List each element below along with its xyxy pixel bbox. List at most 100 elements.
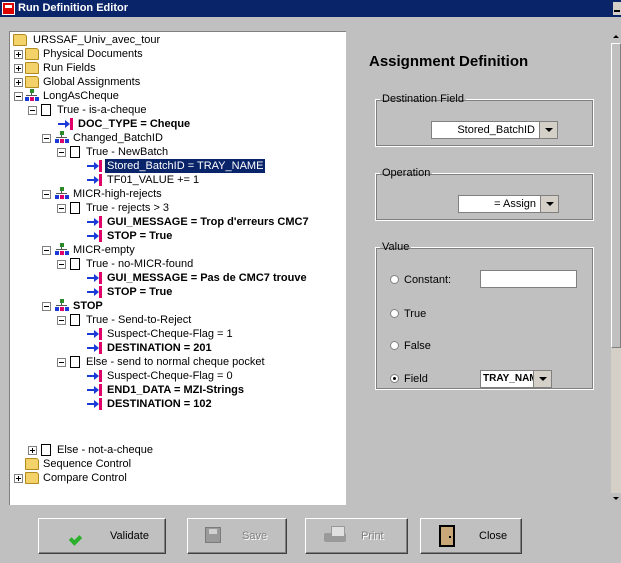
print-button[interactable]: Print: [305, 518, 408, 554]
tree-node-label: Else - not-a-cheque: [57, 444, 153, 456]
floppy-disk-icon: [205, 527, 221, 543]
tree-node-label: Sequence Control: [43, 458, 132, 470]
operation-select[interactable]: = Assign: [458, 195, 559, 213]
tree-node-destination-201[interactable]: DESTINATION = 201: [10, 341, 340, 355]
expand-toggle[interactable]: [14, 50, 23, 59]
open-folder-icon: [13, 34, 27, 46]
tree-node-doc-type[interactable]: DOC_TYPE = Cheque: [10, 117, 340, 131]
tree-node-micr-high-rejects[interactable]: MICR-high-rejects: [10, 187, 340, 201]
tree-node-physical-documents[interactable]: Physical Documents: [10, 47, 340, 61]
app-icon: [2, 2, 15, 15]
tree-node-label: GUI_MESSAGE = Pas de CMC7 trouve: [107, 272, 307, 284]
document-icon: [70, 146, 80, 158]
radio-button[interactable]: [390, 275, 399, 284]
destination-field-legend: Destination Field: [382, 93, 464, 105]
chevron-down-icon[interactable]: [533, 371, 551, 387]
false-radio[interactable]: False: [390, 339, 450, 353]
save-label: Save: [242, 530, 268, 542]
tree-node-label: DOC_TYPE = Cheque: [78, 118, 191, 130]
tree-node-gui-message-1[interactable]: GUI_MESSAGE = Trop d'erreurs CMC7: [10, 215, 340, 229]
collapse-toggle[interactable]: [14, 92, 23, 101]
collapse-toggle[interactable]: [57, 316, 66, 325]
tree-node-destination-102[interactable]: DESTINATION = 102: [10, 397, 340, 411]
close-button[interactable]: Close: [420, 518, 522, 554]
tree-node-root[interactable]: URSSAF_Univ_avec_tour: [10, 33, 340, 47]
destination-field-select[interactable]: Stored_BatchID: [431, 121, 558, 139]
tree-node-label: DESTINATION = 102: [107, 398, 212, 410]
constant-radio[interactable]: Constant:: [390, 273, 470, 287]
tree-node-gui-message-2[interactable]: GUI_MESSAGE = Pas de CMC7 trouve: [10, 271, 340, 285]
tree-node-compare-control[interactable]: Compare Control: [10, 471, 340, 485]
tree-node-stop[interactable]: STOP: [10, 299, 340, 313]
value-legend: Value: [382, 241, 410, 253]
tree-node-changed-batchid[interactable]: Changed_BatchID: [10, 131, 340, 145]
scroll-up-icon[interactable]: [611, 31, 621, 43]
expand-toggle[interactable]: [28, 446, 37, 455]
tree-node-suspect-flag-0[interactable]: Suspect-Cheque-Flag = 0: [10, 369, 340, 383]
assignment-arrow-icon: [87, 216, 103, 228]
collapse-toggle[interactable]: [28, 106, 37, 115]
collapse-toggle[interactable]: [57, 204, 66, 213]
document-icon: [70, 314, 80, 326]
definition-tree[interactable]: URSSAF_Univ_avec_tour Physical Documents…: [9, 31, 346, 506]
save-button[interactable]: Save: [187, 518, 287, 554]
tree-node-tf01-value[interactable]: TF01_VALUE += 1: [10, 173, 340, 187]
tree-node-else-not-a-cheque[interactable]: Else - not-a-cheque: [10, 443, 340, 457]
tree-node-stop-true-1[interactable]: STOP = True: [10, 229, 340, 243]
chevron-down-icon[interactable]: [539, 122, 557, 138]
radio-button[interactable]: [390, 309, 399, 318]
collapse-toggle[interactable]: [57, 148, 66, 157]
collapse-toggle[interactable]: [42, 302, 51, 311]
collapse-toggle[interactable]: [42, 190, 51, 199]
radio-button[interactable]: [390, 341, 399, 350]
validate-button[interactable]: Validate: [38, 518, 166, 554]
tree-node-true-no-micr[interactable]: True - no-MICR-found: [10, 257, 340, 271]
folder-icon: [25, 458, 39, 470]
tree-node-sequence-control[interactable]: Sequence Control: [10, 457, 340, 471]
field-radio[interactable]: Field: [390, 372, 450, 386]
print-label: Print: [361, 530, 384, 542]
collapse-toggle[interactable]: [57, 358, 66, 367]
scroll-down-icon[interactable]: [611, 493, 621, 505]
assignment-arrow-icon: [58, 118, 74, 130]
expand-toggle[interactable]: [14, 64, 23, 73]
constant-input[interactable]: [480, 270, 577, 288]
tree-node-suspect-flag-1[interactable]: Suspect-Cheque-Flag = 1: [10, 327, 340, 341]
tree-node-stop-true-2[interactable]: STOP = True: [10, 285, 340, 299]
tree-node-true-newbatch[interactable]: True - NewBatch: [10, 145, 340, 159]
tree-node-true-send-to-reject[interactable]: True - Send-to-Reject: [10, 313, 340, 327]
minimize-button[interactable]: [613, 2, 621, 15]
tree-node-global-assignments[interactable]: Global Assignments: [10, 75, 340, 89]
assignment-definition-panel: Assignment Definition Destination Field …: [347, 31, 610, 505]
tree-node-end1-data[interactable]: END1_DATA = MZI-Strings: [10, 383, 340, 397]
expand-toggle[interactable]: [14, 78, 23, 87]
destination-field-group: Destination Field Stored_BatchID: [375, 93, 594, 147]
collapse-toggle[interactable]: [42, 134, 51, 143]
chevron-down-icon[interactable]: [540, 196, 558, 212]
scroll-thumb[interactable]: [611, 43, 621, 348]
tree-node-stored-batchid[interactable]: Stored_BatchID = TRAY_NAME: [10, 159, 340, 173]
tree-node-label: Suspect-Cheque-Flag = 0: [107, 370, 233, 382]
tree-node-label: MICR-high-rejects: [73, 188, 162, 200]
tree-node-run-fields[interactable]: Run Fields: [10, 61, 340, 75]
document-icon: [70, 202, 80, 214]
field-value: TRAY_NAME: [483, 373, 545, 384]
collapse-toggle[interactable]: [42, 246, 51, 255]
true-radio[interactable]: True: [390, 307, 450, 321]
vertical-scrollbar[interactable]: [611, 31, 621, 505]
field-select[interactable]: TRAY_NAME: [480, 370, 552, 388]
tree-node-label: TF01_VALUE += 1: [107, 174, 200, 186]
tree-node-micr-empty[interactable]: MICR-empty: [10, 243, 340, 257]
assignment-arrow-icon: [87, 160, 103, 172]
tree-node-else-normal-pocket[interactable]: Else - send to normal cheque pocket: [10, 355, 340, 369]
tree-node-true-is-a-cheque[interactable]: True - is-a-cheque: [10, 103, 340, 117]
tree-node-label: Stored_BatchID = TRAY_NAME: [105, 159, 266, 173]
tree-node-true-rejects[interactable]: True - rejects > 3: [10, 201, 340, 215]
tree-node-longascheque[interactable]: LongAsCheque: [10, 89, 340, 103]
assignment-arrow-icon: [87, 384, 103, 396]
constant-label: Constant:: [404, 274, 452, 286]
collapse-toggle[interactable]: [57, 260, 66, 269]
expand-toggle[interactable]: [14, 474, 23, 483]
printer-icon: [324, 526, 346, 544]
radio-button[interactable]: [390, 374, 399, 383]
